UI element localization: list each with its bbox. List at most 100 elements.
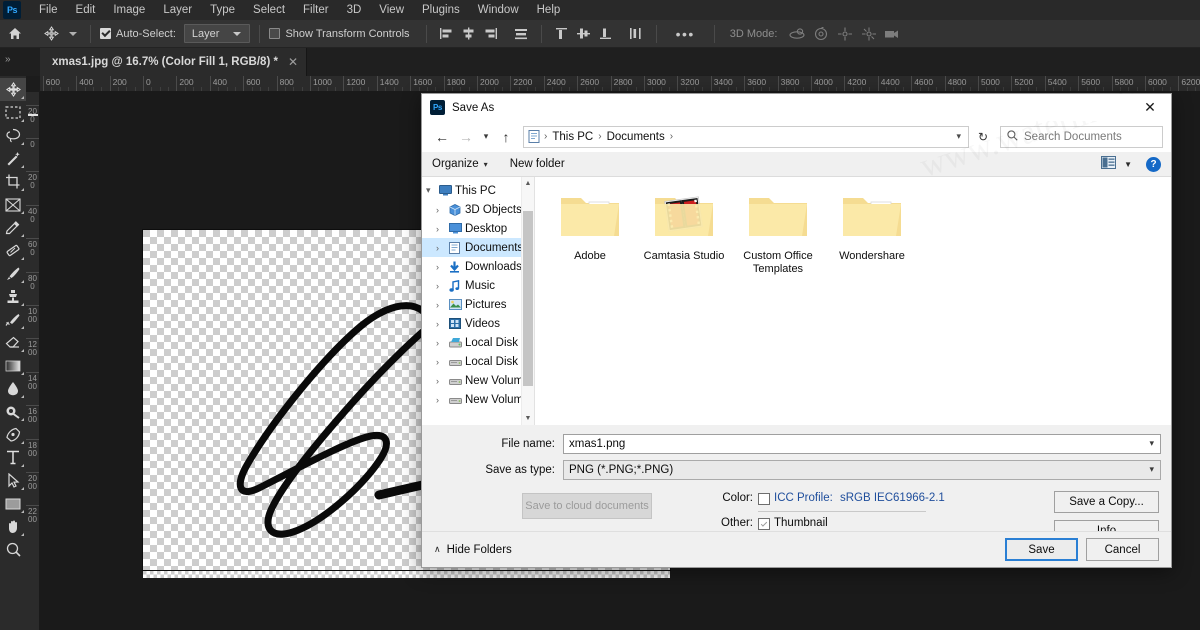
menu-item-filter[interactable]: Filter bbox=[294, 0, 338, 20]
tree-item-local-disk-f[interactable]: › Local Disk (F:) bbox=[422, 352, 534, 371]
tree-item-pictures[interactable]: › Pictures bbox=[422, 295, 534, 314]
help-button[interactable]: ? bbox=[1146, 157, 1161, 172]
tree-item-new-volume-g[interactable]: › New Volume (G:) bbox=[422, 371, 534, 390]
chevron-right-icon[interactable]: › bbox=[436, 243, 449, 253]
menu-item-3d[interactable]: 3D bbox=[338, 0, 371, 20]
move-tool-icon[interactable] bbox=[38, 26, 64, 41]
align-left-icon[interactable] bbox=[436, 20, 458, 48]
chevron-right-icon[interactable]: › bbox=[436, 300, 449, 310]
history-brush-tool[interactable] bbox=[0, 308, 26, 331]
tree-item-documents[interactable]: › Documents bbox=[422, 238, 534, 257]
menu-item-edit[interactable]: Edit bbox=[67, 0, 105, 20]
menu-item-layer[interactable]: Layer bbox=[154, 0, 201, 20]
file-item-wondershare[interactable]: Wondershare bbox=[827, 191, 917, 276]
save-button[interactable]: Save bbox=[1005, 538, 1078, 561]
chevron-right-icon[interactable]: › bbox=[436, 395, 449, 405]
hand-tool[interactable] bbox=[0, 515, 26, 538]
cancel-button[interactable]: Cancel bbox=[1086, 538, 1159, 561]
more-options-button[interactable]: ••• bbox=[666, 26, 705, 42]
chevron-down-icon[interactable]: ▾ bbox=[1149, 438, 1154, 449]
zoom-tool[interactable] bbox=[0, 538, 26, 561]
menu-item-file[interactable]: File bbox=[30, 0, 67, 20]
lasso-tool[interactable] bbox=[0, 124, 26, 147]
refresh-icon[interactable]: ↻ bbox=[972, 126, 994, 148]
menu-item-image[interactable]: Image bbox=[104, 0, 154, 20]
icc-profile-checkbox[interactable] bbox=[758, 493, 770, 505]
chevron-right-icon[interactable]: › bbox=[436, 319, 449, 329]
menu-item-type[interactable]: Type bbox=[201, 0, 244, 20]
hide-folders-button[interactable]: ∧ Hide Folders bbox=[434, 544, 512, 556]
camera-3d-icon[interactable] bbox=[881, 20, 905, 48]
back-button[interactable]: ← bbox=[430, 125, 454, 149]
tree-item-videos[interactable]: › Videos bbox=[422, 314, 534, 333]
navigation-pane-scrollbar[interactable]: ▲ ▼ bbox=[521, 177, 534, 425]
breadcrumb-item-documents[interactable]: Documents bbox=[604, 131, 668, 143]
rectangle-tool[interactable] bbox=[0, 492, 26, 515]
brush-tool[interactable] bbox=[0, 262, 26, 285]
eyedropper-tool[interactable] bbox=[0, 216, 26, 239]
search-input[interactable]: Search Documents bbox=[1000, 126, 1163, 148]
auto-select-scope-dropdown[interactable]: Layer bbox=[184, 24, 251, 43]
tree-item-this-pc[interactable]: ▾ This PC bbox=[422, 181, 534, 200]
pan-3d-icon[interactable] bbox=[833, 20, 857, 48]
dodge-tool[interactable] bbox=[0, 400, 26, 423]
file-item-custom-office-templates[interactable]: Custom Office Templates bbox=[733, 191, 823, 276]
chevron-right-icon[interactable]: › bbox=[436, 262, 449, 272]
roll-3d-icon[interactable] bbox=[809, 20, 833, 48]
chevron-down-icon[interactable]: ▾ bbox=[426, 185, 439, 196]
move-tool[interactable] bbox=[0, 78, 26, 101]
close-icon[interactable]: ✕ bbox=[1129, 94, 1171, 121]
healing-brush-tool[interactable] bbox=[0, 239, 26, 262]
chevron-right-icon[interactable]: › bbox=[436, 357, 449, 367]
home-icon[interactable] bbox=[0, 27, 30, 40]
align-right-icon[interactable] bbox=[480, 20, 502, 48]
show-transform-check-box[interactable] bbox=[269, 28, 280, 39]
breadcrumb-chevron-down-icon[interactable]: ▾ bbox=[956, 131, 961, 142]
file-item-camtasia-studio[interactable]: Camtasia Studio bbox=[639, 191, 729, 276]
breadcrumb[interactable]: › This PC › Documents › ▾ bbox=[523, 126, 969, 148]
path-selection-tool[interactable] bbox=[0, 469, 26, 492]
menu-item-view[interactable]: View bbox=[370, 0, 413, 20]
auto-select-checkbox[interactable]: Auto-Select: bbox=[100, 20, 176, 48]
crop-tool[interactable] bbox=[0, 170, 26, 193]
frame-tool[interactable] bbox=[0, 193, 26, 216]
rectangular-marquee-tool[interactable] bbox=[0, 101, 26, 124]
scrollbar-thumb[interactable] bbox=[523, 211, 533, 386]
document-tab[interactable]: xmas1.jpg @ 16.7% (Color Fill 1, RGB/8) … bbox=[40, 48, 307, 76]
eraser-tool[interactable] bbox=[0, 331, 26, 354]
chevron-right-icon[interactable]: › bbox=[436, 224, 449, 234]
menu-item-help[interactable]: Help bbox=[528, 0, 570, 20]
save-to-cloud-documents-button[interactable]: Save to cloud documents bbox=[522, 493, 652, 519]
tree-item-desktop[interactable]: › Desktop bbox=[422, 219, 534, 238]
gradient-tool[interactable] bbox=[0, 354, 26, 377]
thumbnail-checkbox[interactable] bbox=[758, 518, 770, 530]
organize-button[interactable]: Organize ▾ bbox=[432, 158, 488, 170]
chevron-right-icon[interactable]: › bbox=[436, 281, 449, 291]
tree-item-downloads[interactable]: › Downloads bbox=[422, 257, 534, 276]
align-bottom-icon[interactable] bbox=[595, 20, 617, 48]
save-as-type-dropdown[interactable]: PNG (*.PNG;*.PNG) ▾ bbox=[563, 460, 1161, 480]
save-a-copy-button[interactable]: Save a Copy... bbox=[1054, 491, 1159, 513]
chevron-right-icon[interactable]: › bbox=[436, 205, 449, 215]
new-folder-button[interactable]: New folder bbox=[510, 158, 565, 170]
slide-3d-icon[interactable] bbox=[857, 20, 881, 48]
menu-item-plugins[interactable]: Plugins bbox=[413, 0, 469, 20]
file-item-adobe[interactable]: Adobe bbox=[545, 191, 635, 276]
tree-item-local-disk-c[interactable]: › Local Disk (C:) bbox=[422, 333, 534, 352]
distribute-vertical-icon[interactable] bbox=[625, 20, 647, 48]
chevron-down-icon[interactable]: ▾ bbox=[1149, 464, 1154, 475]
tree-item-music[interactable]: › Music bbox=[422, 276, 534, 295]
align-center-horizontal-icon[interactable] bbox=[458, 20, 480, 48]
align-middle-vertical-icon[interactable] bbox=[573, 20, 595, 48]
magic-wand-tool[interactable] bbox=[0, 147, 26, 170]
orbit-3d-icon[interactable] bbox=[785, 20, 809, 48]
breadcrumb-item-this-pc[interactable]: This PC bbox=[549, 131, 596, 143]
expand-panels-icon[interactable]: » bbox=[5, 54, 11, 65]
view-layout-icon[interactable] bbox=[1101, 156, 1116, 172]
distribute-horizontal-icon[interactable] bbox=[510, 20, 532, 48]
clone-stamp-tool[interactable] bbox=[0, 285, 26, 308]
scroll-down-icon[interactable]: ▼ bbox=[522, 412, 534, 425]
close-icon[interactable]: ✕ bbox=[288, 55, 298, 69]
file-name-input[interactable]: xmas1.png ▾ bbox=[563, 434, 1161, 454]
chevron-right-icon[interactable]: › bbox=[436, 338, 449, 348]
